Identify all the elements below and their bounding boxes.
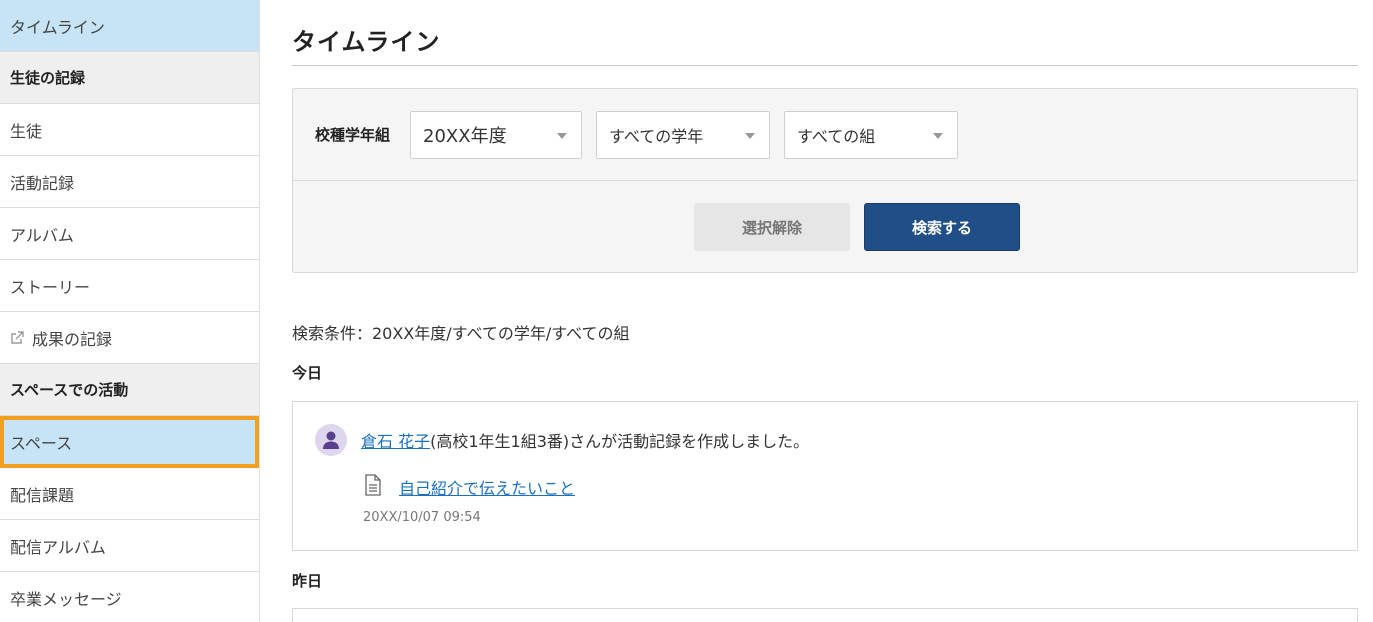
- today-heading: 今日: [292, 364, 323, 382]
- user-name-link[interactable]: 倉石 花子: [361, 428, 430, 452]
- search-panel: 校種学年組 20XX年度 すべての学年 すべての組 選択解除 検索する: [292, 88, 1358, 273]
- sidebar-item-story[interactable]: ストーリー: [0, 260, 259, 312]
- grade-select[interactable]: すべての学年: [596, 110, 771, 159]
- class-select-value: すべての組: [797, 126, 876, 146]
- class-select[interactable]: すべての組: [784, 110, 959, 159]
- sidebar-item-students[interactable]: 生徒: [0, 104, 259, 156]
- sidebar-item-label: スペース: [10, 433, 73, 453]
- document-title-link[interactable]: 自己紹介で伝えたいこと: [399, 475, 575, 499]
- sidebar-section-student-records: 生徒の記録: [0, 52, 259, 104]
- search-conditions: 検索条件：20XX年度/すべての学年/すべての組: [292, 324, 630, 343]
- chevron-down-icon: [745, 132, 756, 139]
- year-select[interactable]: 20XX年度: [410, 110, 583, 159]
- document-icon: [365, 474, 381, 500]
- timeline-entry: [292, 608, 1358, 622]
- sidebar-item-graduation-message[interactable]: 卒業メッセージ: [0, 572, 259, 622]
- chevron-down-icon: [933, 132, 944, 139]
- sidebar-item-achievements[interactable]: 成果の記録: [0, 312, 259, 364]
- sidebar-item-assignments[interactable]: 配信課題: [0, 468, 259, 520]
- sidebar-item-album[interactable]: アルバム: [0, 208, 259, 260]
- sidebar-item-distributed-album[interactable]: 配信アルバム: [0, 520, 259, 572]
- sidebar-item-label: 卒業メッセージ: [10, 589, 122, 609]
- sidebar: タイムライン 生徒の記録 生徒 活動記録 アルバム ストーリー 成果の記録 スペ…: [0, 0, 260, 622]
- clear-selection-button[interactable]: 選択解除: [694, 203, 850, 251]
- entry-description: (高校1年生1組3番)さんが活動記録を作成しました。: [430, 432, 810, 451]
- sidebar-item-label: ストーリー: [10, 277, 91, 297]
- sidebar-item-timeline[interactable]: タイムライン: [0, 0, 259, 52]
- yesterday-heading: 昨日: [292, 572, 323, 590]
- sidebar-item-label: アルバム: [10, 225, 74, 245]
- sidebar-item-space[interactable]: スペース: [0, 416, 259, 468]
- sidebar-section-label: 生徒の記録: [10, 69, 86, 87]
- filter-row: 校種学年組 20XX年度 すべての学年 すべての組: [293, 89, 1357, 181]
- year-select-value: 20XX年度: [423, 125, 507, 147]
- sidebar-item-label: 配信アルバム: [10, 537, 106, 557]
- entry-summary: 倉石 花子 (高校1年生1組3番)さんが活動記録を作成しました。: [315, 424, 809, 456]
- grade-select-value: すべての学年: [609, 126, 704, 146]
- entry-timestamp: 20XX/10/07 09:54: [363, 510, 481, 525]
- filter-label: 校種学年組: [315, 126, 391, 144]
- user-avatar-icon: [315, 424, 347, 456]
- page-title: タイムライン: [292, 0, 1358, 66]
- search-button[interactable]: 検索する: [864, 203, 1020, 251]
- button-row: 選択解除 検索する: [293, 181, 1357, 273]
- sidebar-item-label: タイムライン: [10, 17, 105, 37]
- timeline-entry: 倉石 花子 (高校1年生1組3番)さんが活動記録を作成しました。 自己紹介で伝え…: [292, 401, 1358, 551]
- sidebar-item-label: 生徒: [10, 121, 43, 141]
- chevron-down-icon: [557, 132, 568, 139]
- sidebar-item-label: 配信課題: [10, 485, 75, 505]
- sidebar-item-label: 成果の記録: [32, 329, 113, 349]
- sidebar-section-space-activity: スペースでの活動: [0, 364, 259, 416]
- entry-document: 自己紹介で伝えたいこと: [365, 474, 575, 500]
- sidebar-section-label: スペースでの活動: [10, 381, 129, 399]
- main-content: タイムライン 校種学年組 20XX年度 すべての学年 すべての組 選択解除 検索…: [292, 0, 1358, 622]
- sidebar-item-activity-records[interactable]: 活動記録: [0, 156, 259, 208]
- sidebar-item-label: 活動記録: [10, 173, 75, 193]
- external-link-icon: [10, 330, 24, 345]
